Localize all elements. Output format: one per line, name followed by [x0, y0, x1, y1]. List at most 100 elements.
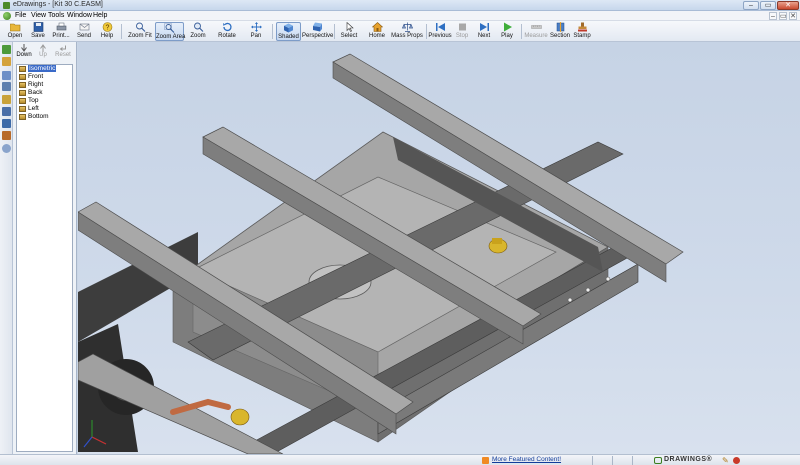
markup-tab-icon[interactable] — [2, 95, 11, 104]
measure-label: Measure — [524, 33, 548, 39]
send-envelope-icon — [79, 23, 89, 31]
open-button[interactable]: Open — [4, 22, 26, 41]
stop-button[interactable]: Stop — [453, 22, 471, 41]
section-label: Section — [549, 33, 570, 39]
mass-props-button[interactable]: Mass Props — [391, 22, 423, 41]
measure-tab-icon[interactable] — [2, 107, 11, 116]
zoom-area-label: Zoom Area — [156, 34, 186, 40]
document-close-button[interactable]: ✕ — [789, 12, 797, 20]
open-label: Open — [7, 33, 23, 39]
view-icon — [19, 74, 26, 80]
toolbar-separator — [521, 24, 522, 39]
shaded-button[interactable]: Shaded — [276, 22, 301, 41]
pan-label: Pan — [250, 33, 262, 39]
left-tab-strip — [0, 42, 13, 454]
collapse-chevron-icon[interactable] — [2, 144, 11, 153]
home-label: Home — [368, 33, 385, 39]
menu-file[interactable]: File — [15, 12, 26, 19]
reset-icon — [59, 45, 66, 51]
zoom-button[interactable]: Zoom — [186, 22, 210, 41]
list-item-left[interactable]: Left — [17, 105, 72, 113]
next-label: Next — [477, 33, 491, 39]
views-panel: Down Up Reset Isometric Front Right Back… — [13, 42, 77, 454]
play-label: Play — [501, 33, 513, 39]
stamp-tab-icon[interactable] — [2, 131, 11, 140]
status-separator — [612, 456, 613, 465]
menu-window[interactable]: Window — [67, 12, 92, 19]
rotate-button[interactable]: Rotate — [215, 22, 239, 41]
close-button[interactable]: ✕ — [777, 1, 799, 10]
select-arrow-icon — [346, 22, 354, 32]
previous-icon — [435, 23, 445, 31]
components-tab-icon[interactable] — [2, 45, 11, 54]
menu-tools[interactable]: Tools — [48, 12, 64, 19]
toolbar-separator — [426, 24, 427, 39]
view-icon — [19, 106, 26, 112]
status-bar: More Featured Content! DRAWINGS® ✎ — [0, 454, 800, 465]
menu-help[interactable]: Help — [93, 12, 107, 19]
mass-props-label: Mass Props — [391, 33, 423, 39]
toolbar-separator — [334, 24, 335, 39]
save-disk-icon — [33, 22, 43, 32]
stamp-icon — [577, 22, 587, 32]
list-item-right[interactable]: Right — [17, 81, 72, 89]
views-tab-icon[interactable] — [2, 57, 11, 66]
up-button[interactable]: Up — [34, 44, 52, 59]
title-bar: eDrawings - [Kit 30 C.EASM] – ▭ ✕ — [0, 0, 800, 11]
previous-button[interactable]: Previous — [428, 22, 452, 41]
menu-view[interactable]: View — [31, 12, 46, 19]
toolbar-separator — [272, 24, 273, 39]
next-button[interactable]: Next — [474, 22, 494, 41]
print-button[interactable]: Print... — [50, 22, 72, 41]
help-label: Help — [100, 33, 114, 39]
home-button[interactable]: Home — [365, 22, 389, 41]
maximize-button[interactable]: ▭ — [760, 1, 776, 10]
view-icon — [19, 66, 26, 72]
view-icon — [19, 114, 26, 120]
send-button[interactable]: Send — [73, 22, 95, 41]
select-button[interactable]: Select — [337, 22, 361, 41]
previous-label: Previous — [428, 33, 452, 39]
app-icon — [3, 2, 10, 9]
brass-fitting-front — [230, 408, 250, 426]
document-restore-button[interactable]: ▭ — [779, 12, 787, 20]
edrawings-logo-icon[interactable] — [3, 12, 11, 20]
zoom-area-button[interactable]: Zoom Area — [155, 22, 186, 41]
pen-icon[interactable]: ✎ — [722, 456, 729, 465]
rail-hole — [605, 276, 611, 282]
3d-viewport[interactable] — [78, 42, 800, 454]
stamp-button[interactable]: Stamp — [572, 22, 592, 41]
list-item-bottom[interactable]: Bottom — [17, 113, 72, 121]
zoom-fit-button[interactable]: Zoom Fit — [126, 22, 154, 41]
list-item-isometric[interactable]: Isometric — [17, 65, 72, 73]
list-item-front[interactable]: Front — [17, 73, 72, 81]
minimize-button[interactable]: – — [743, 1, 759, 10]
document-minimize-button[interactable]: – — [769, 12, 777, 20]
sheets-tab-icon[interactable] — [2, 71, 11, 80]
status-separator — [632, 456, 633, 465]
play-button[interactable]: Play — [497, 22, 517, 41]
menu-bar: File View Tools Window Help – ▭ ✕ — [0, 11, 800, 21]
help-button[interactable]: ? Help — [96, 22, 118, 41]
pan-button[interactable]: Pan — [244, 22, 268, 41]
list-item-top[interactable]: Top — [17, 97, 72, 105]
home-icon — [371, 22, 383, 32]
status-ball-icon[interactable] — [733, 457, 740, 464]
zoom-area-icon — [164, 23, 175, 33]
list-item-back[interactable]: Back — [17, 89, 72, 97]
featured-content-link[interactable]: More Featured Content! — [492, 456, 561, 463]
configurations-tab-icon[interactable] — [2, 82, 11, 91]
section-button[interactable]: Section — [549, 22, 571, 41]
toolbar-separator — [121, 24, 122, 39]
view-icon — [19, 82, 26, 88]
window-title: eDrawings - [Kit 30 C.EASM] — [13, 1, 103, 8]
up-label: Up — [39, 52, 47, 58]
save-button[interactable]: Save — [27, 22, 49, 41]
reset-button[interactable]: Reset — [54, 44, 72, 59]
section-tab-icon[interactable] — [2, 119, 11, 128]
send-label: Send — [76, 33, 91, 39]
perspective-button[interactable]: Perspective — [302, 22, 333, 41]
down-button[interactable]: Down — [15, 44, 33, 59]
measure-button[interactable]: Measure — [524, 22, 548, 41]
svg-text:?: ? — [105, 25, 109, 32]
